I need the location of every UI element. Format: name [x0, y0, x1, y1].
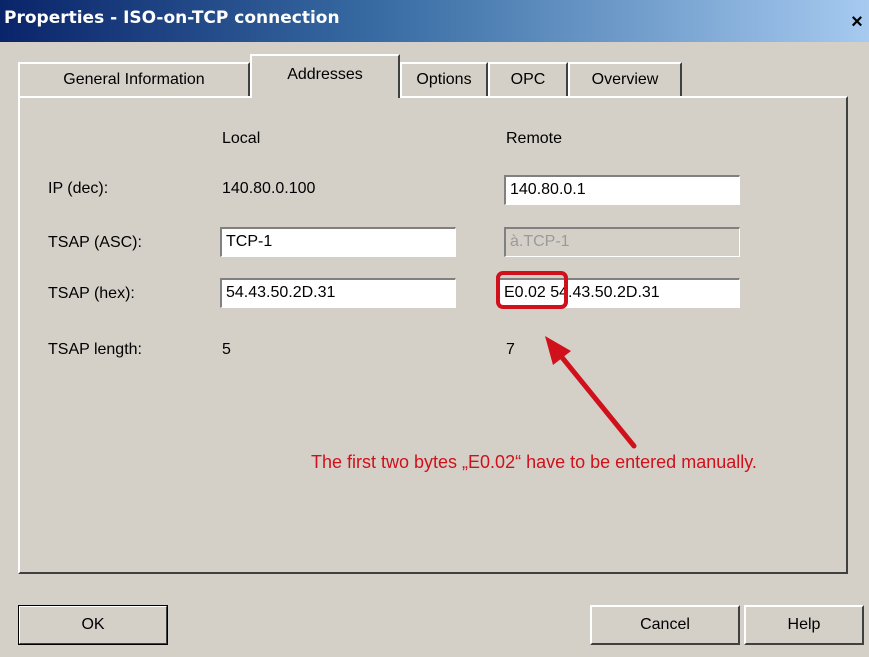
- properties-dialog: Properties - ISO-on-TCP connection × Gen…: [0, 0, 869, 657]
- annotation-arrow-icon: [545, 336, 637, 449]
- annotation-note: The first two bytes „E0.02“ have to be e…: [311, 452, 757, 472]
